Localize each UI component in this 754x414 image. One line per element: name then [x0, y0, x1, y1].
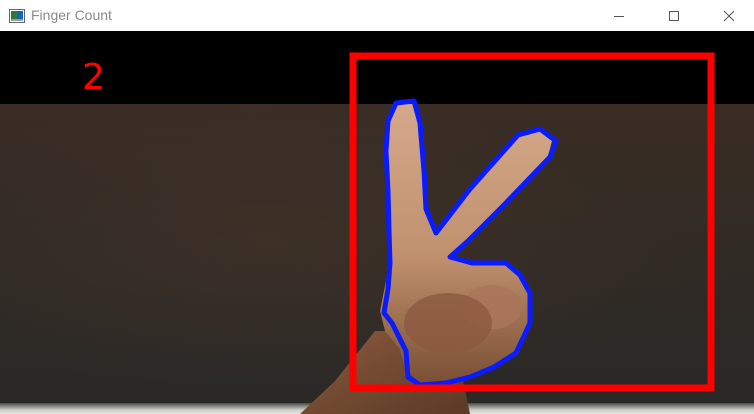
opencv-window-icon [9, 8, 25, 23]
window-title: Finger Count [31, 7, 112, 23]
camera-frame: 2 [0, 31, 754, 414]
maximize-button[interactable] [651, 0, 697, 31]
minimize-button[interactable] [596, 0, 642, 31]
finger-count-window: Finger Count 2 [0, 0, 754, 414]
finger-count-label: 2 [82, 57, 105, 98]
close-button[interactable] [706, 0, 752, 31]
thumb [404, 293, 492, 353]
minimize-icon [614, 15, 624, 17]
title-bar[interactable]: Finger Count [0, 0, 754, 31]
maximize-icon [669, 10, 679, 21]
detection-overlay [300, 52, 715, 414]
close-icon [723, 10, 735, 21]
